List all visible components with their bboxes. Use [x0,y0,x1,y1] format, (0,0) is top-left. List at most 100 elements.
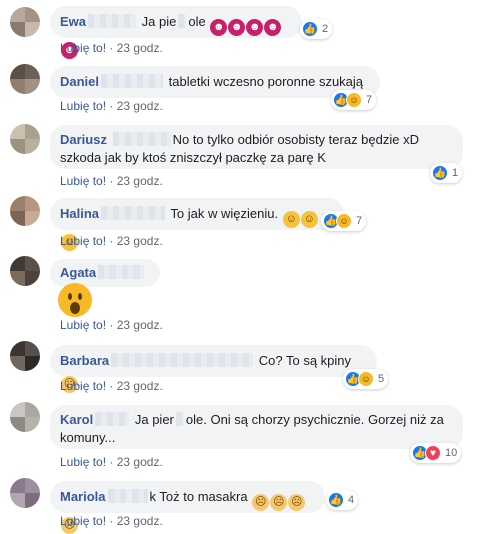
reaction-count: 7 [356,215,363,227]
comment-author[interactable]: Halina [60,206,99,221]
comment-text: Toż to masakra [159,489,248,504]
devil-face-icon: ☻ [264,19,282,36]
comment-bubble: Halina To jak w więzieniu. ☺ ☺☺ [50,198,344,251]
comment-meta: Lubię to! · 23 godz. [60,455,163,469]
like-link[interactable]: Lubię to! [60,234,106,248]
redacted-word [178,14,187,28]
redacted-name [107,489,148,503]
like-link[interactable]: Lubię to! [60,514,106,528]
redacted-name [88,14,137,28]
like-reaction-icon: 👍 [302,21,318,37]
separator: · [109,455,114,469]
love-reaction-icon: ♥ [425,445,441,461]
haha-reaction-icon: ☺ [336,213,352,229]
avatar[interactable] [10,402,40,432]
separator: · [109,514,114,528]
comment-bubble: Dariusz No to tylko odbiór osobisty tera… [50,125,463,169]
timestamp[interactable]: 23 godz. [117,41,163,55]
squint-face-icon: ☹ [252,494,270,511]
reaction-count: 5 [378,373,385,385]
timestamp[interactable]: 23 godz. [117,318,163,332]
redacted-name [111,353,254,367]
comment-meta: Lubię to! · 23 godz. [60,99,163,113]
separator: · [109,99,114,113]
like-link[interactable]: Lubię to! [60,41,106,55]
timestamp[interactable]: 23 godz. [117,455,163,469]
avatar[interactable] [10,124,40,154]
reaction-count: 1 [452,167,459,179]
laughing-face-icon: ☺ [300,211,318,228]
comment-text-line1: No to tylko odbiór osobisty teraz będzie… [172,132,419,147]
timestamp[interactable]: 23 godz. [117,514,163,528]
comment-text: tabletki wczesno poronne szukają [168,74,364,89]
comment-text: k [149,489,157,504]
comment-meta: Lubię to! · 23 godz. [60,174,163,188]
like-link[interactable]: Lubię to! [60,318,106,332]
comment-bubble: Barbara Co? To są kpiny ☹ [50,345,377,393]
reaction-summary[interactable]: 👍 ☺ 5 [343,369,389,389]
devil-face-icon: ☻ [246,19,264,36]
avatar[interactable] [10,7,40,37]
comment-author[interactable]: Mariola [60,489,106,504]
reaction-summary[interactable]: 👍 ☺ 7 [331,90,377,110]
separator: · [109,234,114,248]
separator: · [109,174,114,188]
comment-meta: Lubię to! · 23 godz. [60,379,163,393]
wow-face-icon [58,283,92,317]
reaction-summary[interactable]: 👍 ♥ 10 [410,443,462,463]
comment-bubble: Ewa Ja pie ole ☻ ☻ ☻ ☻☻ [50,6,302,59]
reaction-count: 2 [322,23,329,35]
comment-meta: Lubię to! · 23 godz. [60,318,163,332]
timestamp[interactable]: 23 godz. [117,174,163,188]
devil-face-icon: ☻ [210,19,228,36]
haha-reaction-icon: ☺ [358,371,374,387]
reaction-summary[interactable]: 👍 ☺ 7 [321,211,367,231]
comment-text-line2: komuny... [60,430,116,445]
comment-bubble: Mariola k Toż to masakra ☹ ☹ ☹☹ [50,481,325,534]
reaction-count: 4 [348,494,355,506]
like-reaction-icon: 👍 [328,492,344,508]
comment-text: Ja pie [141,14,177,29]
comment-meta: Lubię to! · 23 godz. [60,514,163,528]
like-reaction-icon: 👍 [432,165,448,181]
timestamp[interactable]: 23 godz. [117,99,163,113]
comment-author[interactable]: Ewa [60,14,86,29]
separator: · [109,318,114,332]
reaction-summary[interactable]: 👍 1 [430,163,463,183]
comment-text: Ja pier [134,412,174,427]
comment-bubble: Agata [50,259,160,287]
comment-author[interactable]: Agata [60,265,96,280]
avatar[interactable] [10,256,40,286]
reaction-count: 7 [366,94,373,106]
like-link[interactable]: Lubię to! [60,99,106,113]
comment-text-line1: ole. Oni są chorzy psychicznie. Gorzej n… [185,412,444,427]
like-link[interactable]: Lubię to! [60,174,106,188]
squint-face-icon: ☹ [270,494,288,511]
comment-bubble: Karol Ja pier ole. Oni są chorzy psychicz… [50,405,463,449]
comment-text-line2: szkoda jak by ktoś zniszczył paczkę za p… [60,150,326,165]
separator: · [109,41,114,55]
comment-author[interactable]: Barbara [60,353,109,368]
comment-meta: Lubię to! · 23 godz. [60,41,163,55]
avatar[interactable] [10,196,40,226]
redacted-name [98,265,145,279]
redacted-name [95,412,130,426]
avatar[interactable] [10,64,40,94]
comment-text: ole [188,14,206,29]
redacted-word [175,412,184,426]
laughing-face-icon: ☺ [282,211,300,228]
timestamp[interactable]: 23 godz. [117,234,163,248]
timestamp[interactable]: 23 godz. [117,379,163,393]
comment-author[interactable]: Karol [60,412,93,427]
squint-face-icon: ☹ [288,494,306,511]
avatar[interactable] [10,341,40,371]
reaction-summary[interactable]: 👍 4 [326,490,359,510]
reaction-summary[interactable]: 👍 2 [300,19,333,39]
haha-reaction-icon: ☺ [346,92,362,108]
comment-text: To jak w więzieniu. [170,206,279,221]
avatar[interactable] [10,478,40,508]
like-link[interactable]: Lubię to! [60,379,106,393]
comment-author[interactable]: Daniel [60,74,99,89]
like-link[interactable]: Lubię to! [60,455,106,469]
comment-author[interactable]: Dariusz [60,132,107,147]
